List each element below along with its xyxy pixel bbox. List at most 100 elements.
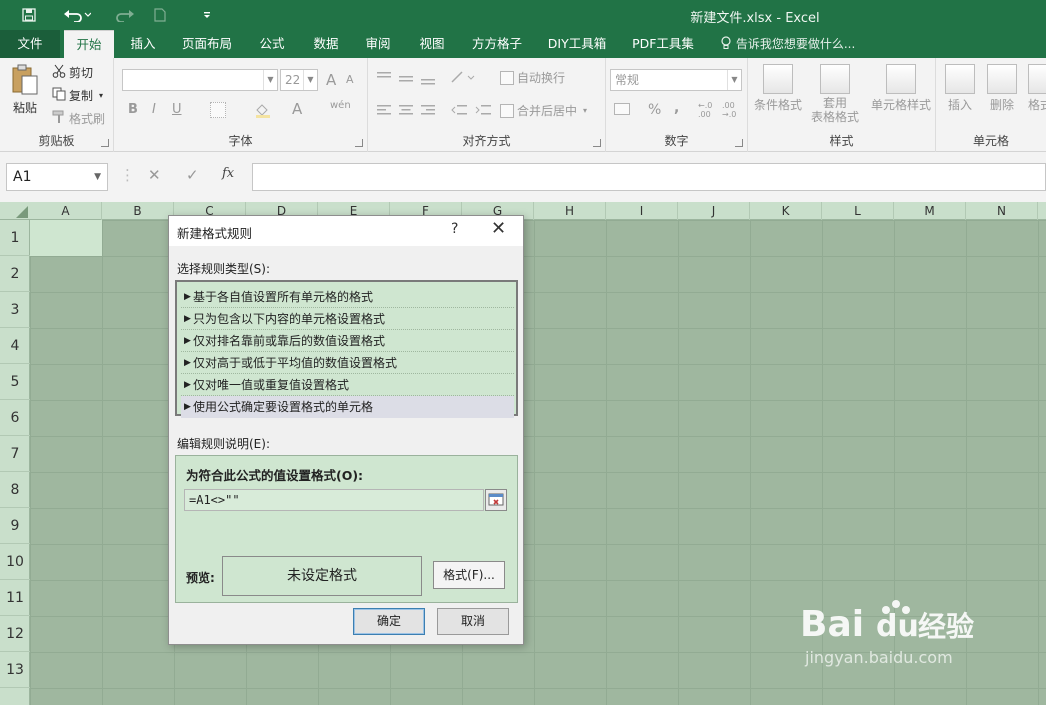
currency-icon[interactable] (614, 103, 633, 115)
underline-button[interactable]: U (172, 102, 182, 117)
range-select-icon[interactable] (485, 489, 507, 511)
rule-type-item[interactable]: ▶ 仅对高于或低于平均值的数值设置格式 (181, 352, 514, 374)
italic-button[interactable]: I (152, 102, 156, 117)
tab-review[interactable]: 审阅 (354, 30, 402, 58)
merge-center-button[interactable]: 合并后居中 ▾ (500, 102, 587, 119)
row-header[interactable]: 13 (0, 652, 30, 688)
align-right-icon[interactable] (420, 103, 436, 117)
rule-type-item[interactable]: ▶ 仅对排名靠前或靠后的数值设置格式 (181, 330, 514, 352)
undo-icon[interactable] (60, 4, 94, 26)
close-icon[interactable]: ✕ (491, 218, 506, 239)
fill-color-icon[interactable] (254, 102, 272, 118)
tab-data[interactable]: 数据 (302, 30, 350, 58)
phonetic-button[interactable]: wén (330, 100, 351, 111)
column-header[interactable]: L (822, 202, 894, 220)
customize-toolbar-icon[interactable] (198, 4, 216, 26)
alignment-launcher-icon[interactable] (593, 139, 601, 147)
wrap-text-button[interactable]: 自动换行 (500, 69, 565, 86)
tab-diy-toolbox[interactable]: DIY工具箱 (540, 30, 614, 58)
tell-me-box[interactable]: 告诉我您想要做什么... (720, 30, 855, 58)
column-header[interactable]: K (750, 202, 822, 220)
save-icon[interactable] (18, 4, 40, 26)
column-header[interactable]: B (102, 202, 174, 220)
align-center-icon[interactable] (398, 103, 414, 117)
borders-icon[interactable] (210, 102, 229, 118)
column-header[interactable]: M (894, 202, 966, 220)
active-cell-a1[interactable] (30, 220, 102, 256)
help-icon[interactable]: ? (451, 221, 458, 237)
font-size-combo[interactable]: 22 ▼ (280, 69, 318, 91)
rule-type-item[interactable]: ▶ 基于各自值设置所有单元格的格式 (181, 286, 514, 308)
cancel-button[interactable]: 取消 (437, 608, 509, 635)
paste-button[interactable]: 粘贴 (10, 64, 40, 116)
bold-button[interactable]: B (128, 102, 138, 117)
formula-input[interactable] (252, 163, 1046, 191)
formula-field[interactable]: =A1<>"" (184, 489, 484, 511)
row-header[interactable]: 7 (0, 436, 30, 472)
name-box[interactable]: A1 ▼ (6, 163, 108, 191)
rule-type-item[interactable]: ▶ 只为包含以下内容的单元格设置格式 (181, 308, 514, 330)
percent-button[interactable]: % (648, 102, 661, 118)
row-header[interactable]: 2 (0, 256, 30, 292)
row-header[interactable]: 8 (0, 472, 30, 508)
row-header[interactable]: 6 (0, 400, 30, 436)
number-launcher-icon[interactable] (735, 139, 743, 147)
align-top-icon[interactable] (376, 71, 392, 85)
row-header[interactable]: 11 (0, 580, 30, 616)
comma-button[interactable]: , (674, 100, 679, 116)
column-header[interactable]: I (606, 202, 678, 220)
format-button[interactable]: 格式(F)... (433, 561, 505, 589)
shrink-font-button[interactable]: A (346, 73, 354, 86)
tab-file[interactable]: 文件 (0, 30, 60, 58)
insert-function-icon[interactable]: fx (222, 166, 234, 181)
tab-pdf-tools[interactable]: PDF工具集 (626, 30, 700, 58)
tab-home[interactable]: 开始 (64, 30, 114, 58)
row-header[interactable]: 4 (0, 328, 30, 364)
copy-button[interactable]: 复制 ▾ (52, 87, 103, 104)
name-box-dropdown-icon[interactable]: ▼ (94, 164, 101, 190)
cut-button[interactable]: 剪切 (52, 64, 93, 81)
tab-page-layout[interactable]: 页面布局 (172, 30, 242, 58)
align-left-icon[interactable] (376, 103, 392, 117)
column-header[interactable]: N (966, 202, 1038, 220)
row-header[interactable]: 9 (0, 508, 30, 544)
row-header[interactable]: 3 (0, 292, 30, 328)
new-file-icon[interactable] (150, 4, 170, 26)
delete-cells-button[interactable]: 删除 (982, 64, 1022, 113)
tab-insert[interactable]: 插入 (118, 30, 168, 58)
tab-fangfang[interactable]: 方方格子 (462, 30, 532, 58)
format-cells-button[interactable]: 格式 (1028, 64, 1046, 113)
confirm-entry-icon[interactable]: ✓ (186, 166, 199, 184)
column-header[interactable]: H (534, 202, 606, 220)
increase-decimal-button[interactable]: ←.0 .00 (698, 101, 712, 119)
font-launcher-icon[interactable] (355, 139, 363, 147)
font-color-button[interactable]: A (292, 100, 302, 118)
column-header[interactable]: A (30, 202, 102, 220)
decrease-indent-icon[interactable] (450, 103, 468, 117)
row-header[interactable]: 12 (0, 616, 30, 652)
row-header[interactable]: 1 (0, 220, 30, 256)
select-all-corner[interactable] (0, 202, 30, 220)
tab-formulas[interactable]: 公式 (248, 30, 296, 58)
orientation-icon[interactable] (450, 70, 476, 86)
row-header[interactable]: 5 (0, 364, 30, 400)
conditional-format-button[interactable]: 条件格式 (748, 64, 808, 113)
row-header[interactable]: 10 (0, 544, 30, 580)
ok-button[interactable]: 确定 (353, 608, 425, 635)
column-header[interactable]: J (678, 202, 750, 220)
format-as-table-button[interactable]: 套用 表格格式 (804, 64, 866, 124)
redo-icon[interactable] (104, 4, 138, 26)
align-bottom-icon[interactable] (420, 71, 436, 85)
decrease-decimal-button[interactable]: .00 →.0 (722, 101, 736, 119)
increase-indent-icon[interactable] (474, 103, 492, 117)
cancel-entry-icon[interactable]: ✕ (148, 166, 161, 184)
cell-styles-button[interactable]: 单元格样式 (866, 64, 936, 113)
format-painter-button[interactable]: 格式刷 (52, 110, 105, 127)
rule-type-item[interactable]: ▶ 仅对唯一值或重复值设置格式 (181, 374, 514, 396)
align-middle-icon[interactable] (398, 71, 414, 85)
clipboard-launcher-icon[interactable] (101, 139, 109, 147)
font-name-combo[interactable]: ▼ (122, 69, 278, 91)
grow-font-button[interactable]: A (326, 71, 336, 89)
number-format-combo[interactable]: 常规 ▼ (610, 69, 742, 91)
tab-view[interactable]: 视图 (408, 30, 456, 58)
